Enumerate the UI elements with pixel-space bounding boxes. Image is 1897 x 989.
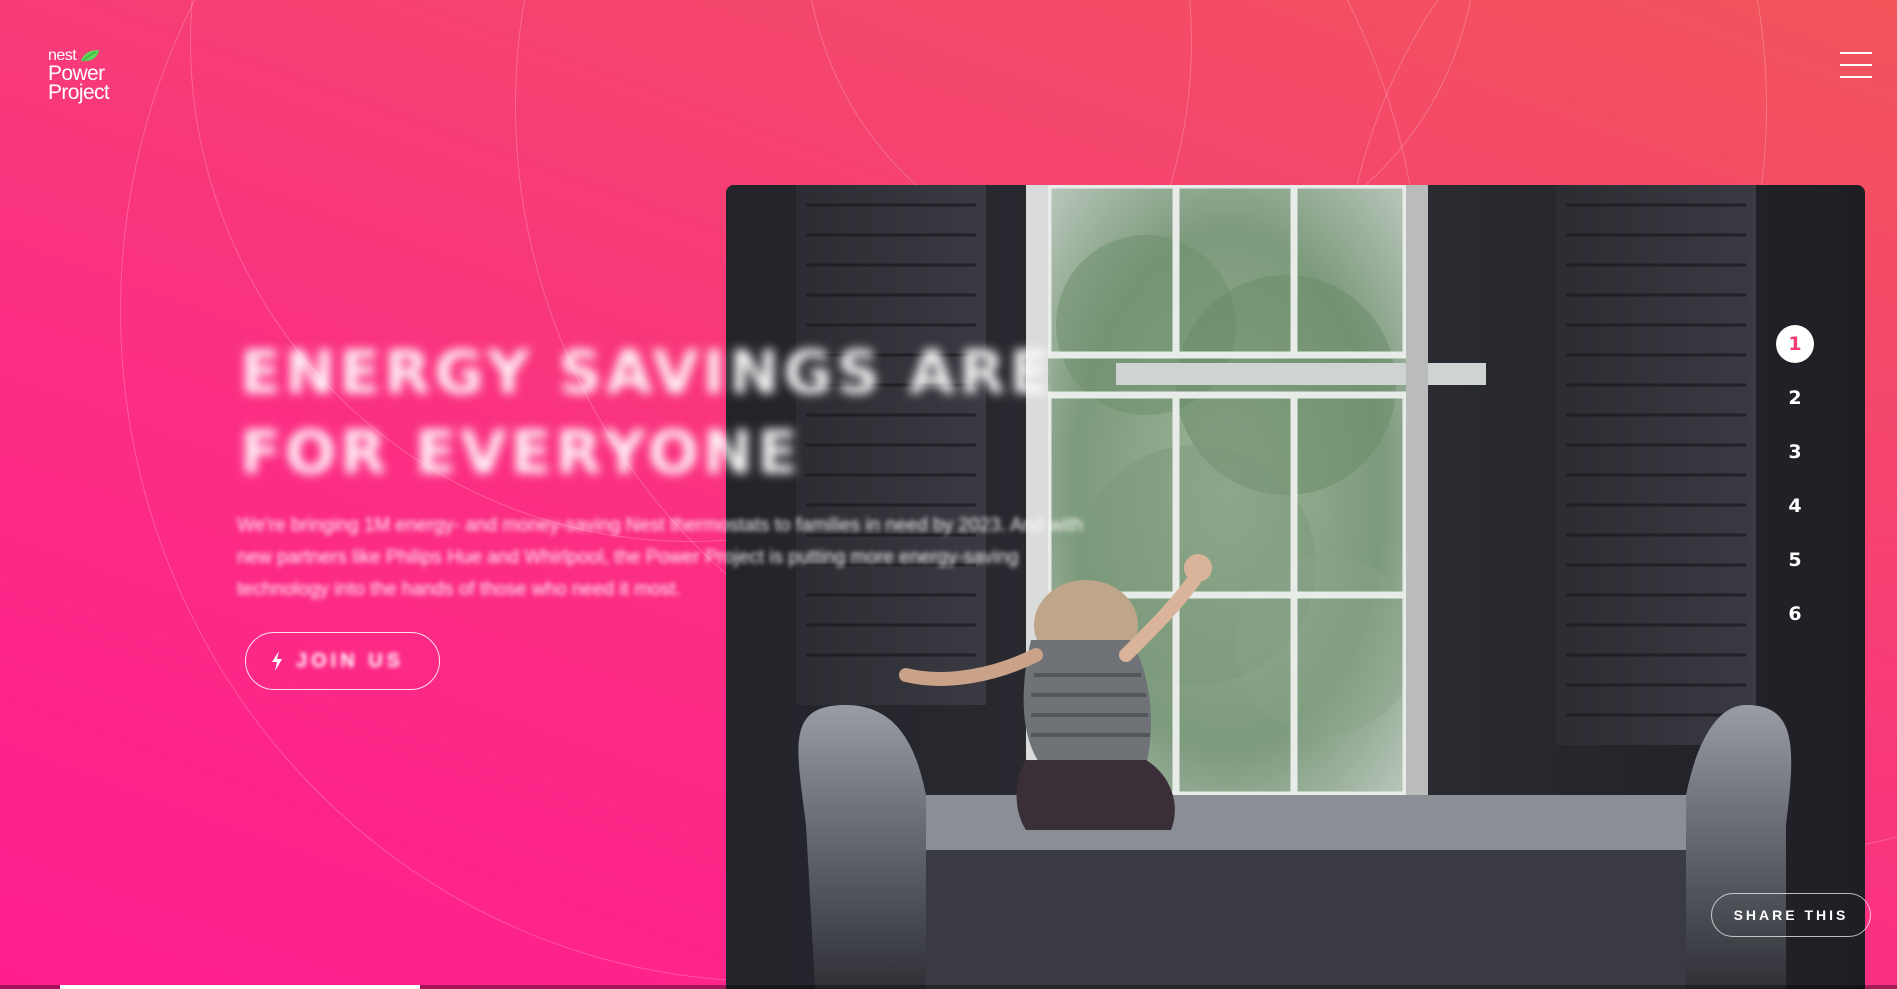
hero-headline-line1: ENERGY SAVINGS ARE xyxy=(240,338,1055,408)
hero-page: nest Power Project ENERGY SAVINGS ARE FO… xyxy=(0,0,1897,989)
join-us-label: JOIN US xyxy=(296,649,405,672)
slide-pager: 1 2 3 4 5 6 xyxy=(1776,325,1816,649)
hero-description: We're bringing 1M energy- and money-savi… xyxy=(237,515,1084,600)
scroll-progress-fill xyxy=(60,985,420,989)
lightning-bolt-icon xyxy=(272,651,282,671)
scroll-progress-bar xyxy=(0,985,1897,989)
hero-headline: ENERGY SAVINGS ARE FOR EVERYONE xyxy=(240,333,1054,493)
pager-item-4[interactable]: 4 xyxy=(1776,487,1814,525)
pager-item-2[interactable]: 2 xyxy=(1776,379,1814,417)
pager-item-6[interactable]: 6 xyxy=(1776,595,1814,633)
logo-project-text: Project xyxy=(48,81,110,104)
pager-item-1[interactable]: 1 xyxy=(1776,325,1814,363)
hero-headline-line2: FOR EVERYONE xyxy=(240,418,802,488)
share-this-button[interactable]: SHARE THIS xyxy=(1711,893,1871,937)
hamburger-menu-icon[interactable] xyxy=(1840,52,1872,80)
pager-item-5[interactable]: 5 xyxy=(1776,541,1814,579)
nest-power-project-logo[interactable]: nest Power Project xyxy=(48,48,110,104)
leaf-icon xyxy=(81,50,100,62)
join-us-button[interactable]: JOIN US xyxy=(245,632,440,690)
pager-item-3[interactable]: 3 xyxy=(1776,433,1814,471)
